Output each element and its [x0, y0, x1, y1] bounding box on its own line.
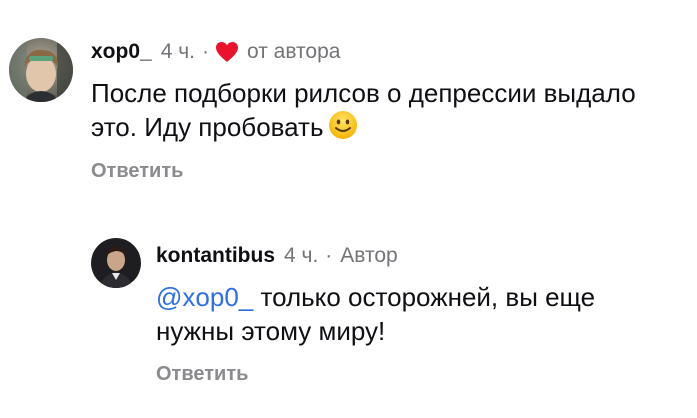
comment-1-meta: xop0_ 4 ч. · от автора — [91, 39, 340, 65]
comment-1-text: После подборки рилсов о депрессии выдало… — [91, 76, 651, 144]
comment-2-reply-button[interactable]: Ответить — [156, 363, 248, 386]
comment-2-meta: kontantibus 4 ч. · Автор — [156, 243, 398, 269]
avatar-xop0[interactable] — [9, 38, 73, 102]
comment-2-author-badge: Автор — [340, 244, 398, 267]
comment-2-mention-link[interactable]: @xop0_ — [156, 282, 253, 312]
comment-2-time: 4 ч. — [284, 244, 319, 267]
comment-2-separator: · — [325, 244, 333, 267]
comment-1-author-like-label: от автора — [247, 40, 341, 63]
comment-2-text: @xop0_ только осторожней, вы еще нужны э… — [156, 280, 676, 348]
heart-icon — [215, 41, 239, 63]
comment-1: xop0_ 4 ч. · от автора После подборки ри… — [0, 0, 697, 200]
smiley-emoji-icon — [328, 110, 358, 140]
comment-1-username[interactable]: xop0_ — [91, 39, 152, 65]
comment-2-reply: kontantibus 4 ч. · Автор @xop0_ только о… — [0, 200, 697, 418]
comment-1-text-content: После подборки рилсов о депрессии выдало… — [91, 78, 636, 142]
comment-1-time: 4 ч. — [160, 40, 195, 63]
comment-1-separator: · — [202, 40, 209, 63]
avatar-kontantibus[interactable] — [91, 238, 141, 288]
comment-1-reply-button[interactable]: Ответить — [91, 160, 183, 183]
comment-2-username[interactable]: kontantibus — [156, 243, 275, 269]
